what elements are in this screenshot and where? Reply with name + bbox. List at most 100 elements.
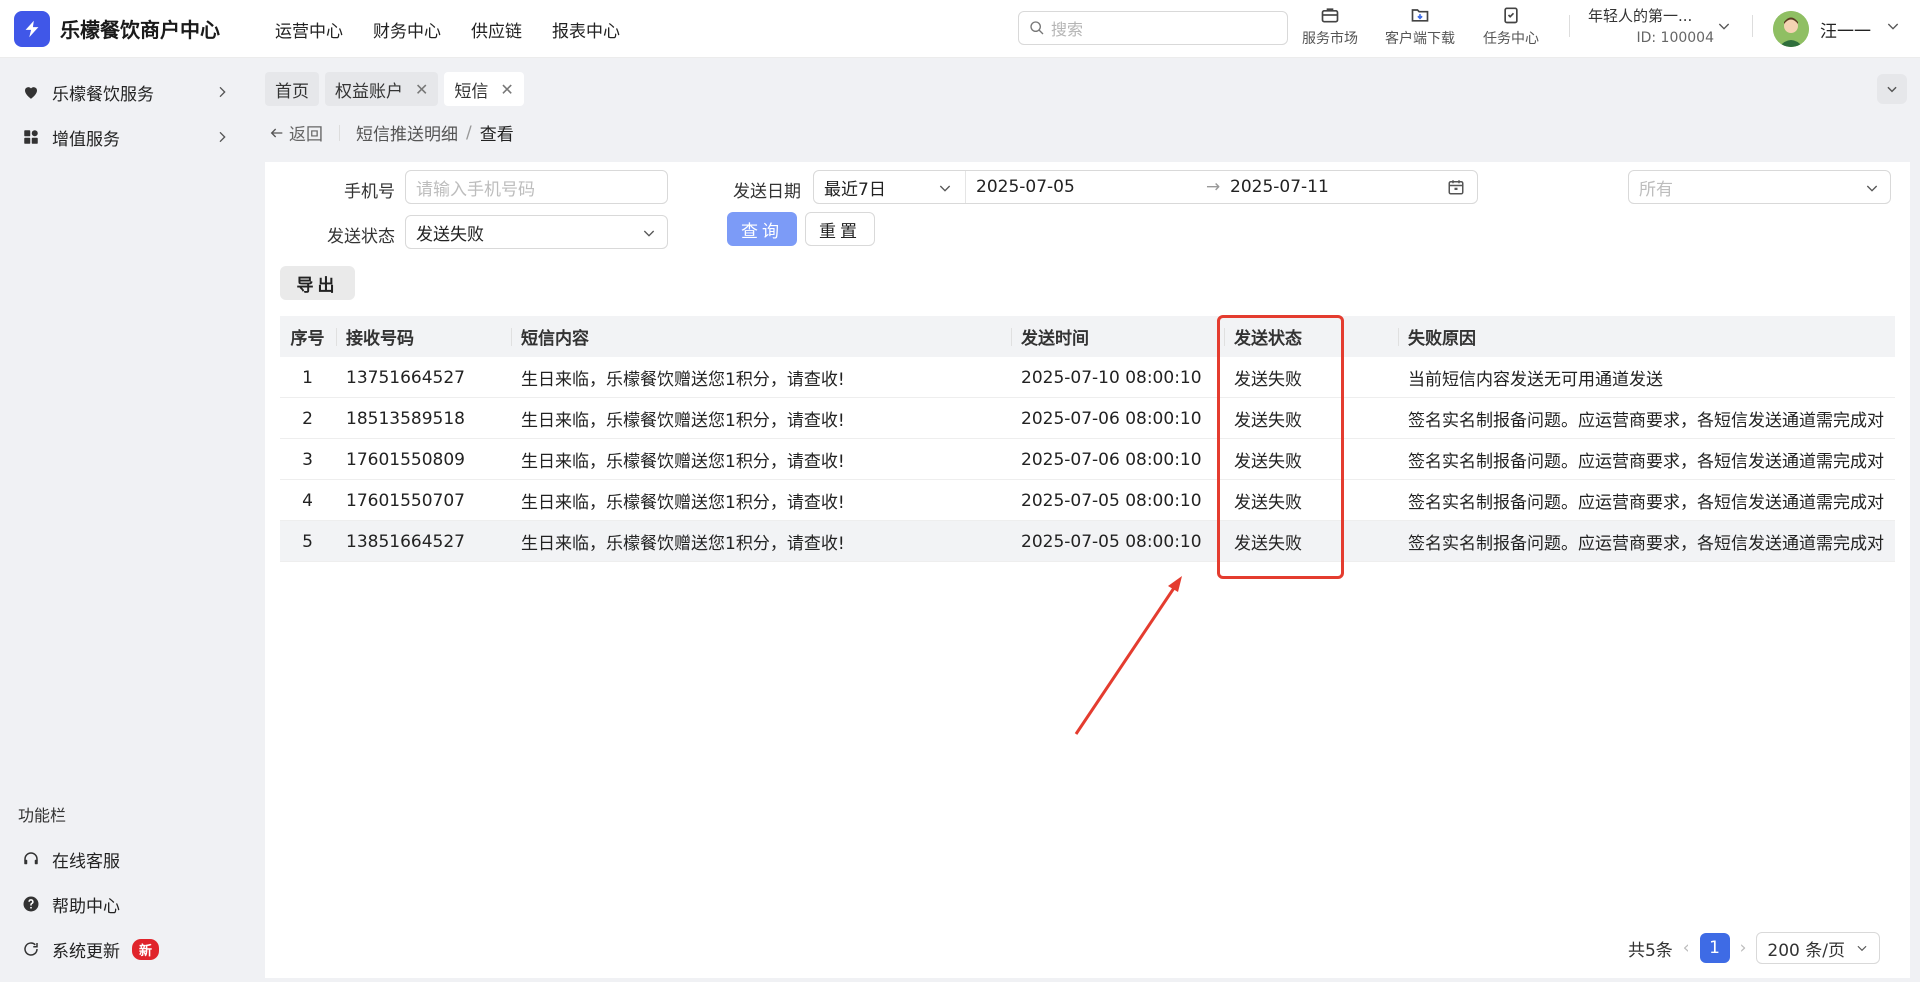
back-button[interactable]: 返回 <box>269 120 323 145</box>
send-status-value: 发送失败 <box>416 224 484 245</box>
header-fail-reason: 失败原因 <box>1408 329 1476 349</box>
task-center-button[interactable]: 任务中心 <box>1483 5 1539 48</box>
cell-fail-reason: 当前短信内容发送无可用通道发送 <box>1408 370 1663 390</box>
clipboard-check-icon <box>1504 7 1518 24</box>
divider <box>339 124 340 141</box>
main-content: 首页 权益账户 ✕ 短信 ✕ 返回 短信推送明细 / 查看 手机号 请输入手机号码 … <box>265 58 1910 978</box>
sidebar-item-system-update[interactable]: 系统更新 新 <box>20 934 230 964</box>
sidebar-item-value-added[interactable]: 增值服务 <box>20 122 230 152</box>
date-start[interactable]: 2025-07-05 <box>976 177 1075 197</box>
nav-reports[interactable]: 报表中心 <box>552 17 620 42</box>
sidebar-item-label: 乐檬餐饮服务 <box>52 84 154 105</box>
export-button[interactable]: 导出 <box>280 266 355 300</box>
cell-content: 生日来临，乐檬餐饮赠送您1积分，请查收! <box>521 452 845 472</box>
chevron-down-icon <box>643 230 655 237</box>
send-status-select[interactable]: 发送失败 <box>405 215 668 249</box>
chevron-right-icon <box>219 131 226 143</box>
chevron-right-icon[interactable]: › <box>1740 938 1747 958</box>
user-name[interactable]: 汪一一 <box>1820 17 1871 42</box>
sidebar-item-catering-service[interactable]: 乐檬餐饮服务 <box>20 77 230 107</box>
type-placeholder: 所有 <box>1639 179 1673 200</box>
page-size-select[interactable]: 200 条/页 <box>1756 932 1880 964</box>
service-market-button[interactable]: 服务市场 <box>1302 5 1358 48</box>
breadcrumb-current: 查看 <box>479 125 514 145</box>
chevron-right-icon <box>219 86 226 98</box>
table-row[interactable]: 4 17601550707 生日来临，乐檬餐饮赠送您1积分，请查收! 2025-… <box>280 480 1895 521</box>
folder-download-icon <box>1411 9 1429 22</box>
page-number-button[interactable]: 1 <box>1699 933 1730 963</box>
nav-supply-chain[interactable]: 供应链 <box>471 17 522 42</box>
divider <box>1569 15 1570 37</box>
client-download-button[interactable]: 客户端下载 <box>1385 5 1455 48</box>
send-date-label: 发送日期 <box>733 182 801 202</box>
table-row[interactable]: 5 13851664527 生日来临，乐檬餐饮赠送您1积分，请查收! 2025-… <box>280 521 1895 562</box>
breadcrumb: 返回 短信推送明细 / 查看 <box>269 120 514 145</box>
sidebar-item-label: 系统更新 <box>52 941 120 962</box>
brand-logo-icon[interactable] <box>14 11 50 47</box>
nav-operations[interactable]: 运营中心 <box>275 17 343 42</box>
annotation-arrow-icon <box>1074 576 1182 735</box>
table-header: 序号 接收号码 短信内容 发送时间 发送状态 失败原因 <box>280 316 1895 357</box>
cell-fail-reason: 签名实名制报备问题。应运营商要求，各短信发送通道需完成对 <box>1408 411 1884 431</box>
breadcrumb-parent[interactable]: 短信推送明细 <box>356 120 458 145</box>
calendar-icon[interactable] <box>1447 178 1465 196</box>
service-market-label: 服务市场 <box>1302 31 1358 47</box>
cell-fail-reason: 签名实名制报备问题。应运营商要求，各短信发送通道需完成对 <box>1408 534 1884 554</box>
cell-index: 5 <box>302 531 313 552</box>
task-center-label: 任务中心 <box>1483 31 1539 47</box>
chevron-down-icon <box>1857 945 1867 952</box>
avatar[interactable] <box>1773 11 1809 47</box>
chevron-left-icon[interactable]: ‹ <box>1683 938 1690 958</box>
account-switcher[interactable]: 年轻人的第一... ID: 100004 <box>1588 5 1714 46</box>
table-row[interactable]: 1 13751664527 生日来临，乐檬餐饮赠送您1积分，请查收! 2025-… <box>280 357 1895 398</box>
cell-recipient: 13851664527 <box>346 531 465 552</box>
phone-label: 手机号 <box>344 182 395 202</box>
cell-recipient: 17601550707 <box>346 490 465 511</box>
cell-fail-reason: 签名实名制报备问题。应运营商要求，各短信发送通道需完成对 <box>1408 493 1884 513</box>
tab-benefit-account[interactable]: 权益账户 ✕ <box>325 72 439 106</box>
date-preset-select[interactable]: 最近7日 <box>814 171 966 203</box>
date-end[interactable]: 2025-07-11 <box>1230 177 1329 197</box>
refresh-icon <box>20 938 42 960</box>
search-input[interactable]: 搜索 <box>1018 11 1288 45</box>
top-header: 乐檬餐饮商户中心 运营中心 财务中心 供应链 报表中心 搜索 服务市场 客户端下… <box>0 0 1920 58</box>
type-select[interactable]: 所有 <box>1628 170 1891 204</box>
tab-label: 首页 <box>275 81 309 102</box>
headset-icon <box>20 848 42 870</box>
chevron-down-icon <box>939 185 951 192</box>
query-button[interactable]: 查询 <box>727 212 797 246</box>
sidebar-item-help-center[interactable]: 帮助中心 <box>20 889 230 919</box>
table-row[interactable]: 3 17601550809 生日来临，乐檬餐饮赠送您1积分，请查收! 2025-… <box>280 439 1895 480</box>
tabs-collapse-button[interactable] <box>1877 74 1907 104</box>
header-send-time: 发送时间 <box>1021 329 1089 349</box>
reset-button[interactable]: 重置 <box>805 212 875 246</box>
annotation-highlight-box <box>1217 315 1344 579</box>
tab-sms[interactable]: 短信 ✕ <box>444 72 524 106</box>
close-icon[interactable]: ✕ <box>415 80 428 99</box>
back-label: 返回 <box>289 125 323 145</box>
cell-content: 生日来临，乐檬餐饮赠送您1积分，请查收! <box>521 493 845 513</box>
phone-input[interactable]: 请输入手机号码 <box>405 170 668 204</box>
close-icon[interactable]: ✕ <box>500 80 513 99</box>
nav-finance[interactable]: 财务中心 <box>373 17 441 42</box>
chevron-down-icon[interactable] <box>1716 18 1732 34</box>
sidebar-item-online-support[interactable]: 在线客服 <box>20 844 230 874</box>
sidebar-item-label: 帮助中心 <box>52 896 120 917</box>
chevron-down-icon[interactable] <box>1885 18 1901 34</box>
date-preset-value: 最近7日 <box>824 179 886 200</box>
header-index: 序号 <box>290 329 325 349</box>
search-placeholder: 搜索 <box>1051 20 1084 39</box>
new-badge: 新 <box>132 938 160 960</box>
column-divider <box>336 328 337 346</box>
brand-name[interactable]: 乐檬餐饮商户中心 <box>60 14 220 43</box>
page-tabs: 首页 权益账户 ✕ 短信 ✕ <box>265 72 524 106</box>
cell-recipient: 18513589518 <box>346 408 465 429</box>
apps-icon <box>20 126 42 148</box>
column-divider <box>1011 328 1012 346</box>
search-icon <box>1030 21 1044 35</box>
top-nav: 运营中心 财务中心 供应链 报表中心 <box>275 17 620 42</box>
sidebar: 乐檬餐饮服务 增值服务 功能栏 在线客服 帮助中心 系统更新 新 <box>0 58 250 982</box>
date-range-picker[interactable]: 最近7日 2025-07-05 → 2025-07-11 <box>813 170 1478 204</box>
tab-home[interactable]: 首页 <box>265 72 319 106</box>
table-row[interactable]: 2 18513589518 生日来临，乐檬餐饮赠送您1积分，请查收! 2025-… <box>280 398 1895 439</box>
